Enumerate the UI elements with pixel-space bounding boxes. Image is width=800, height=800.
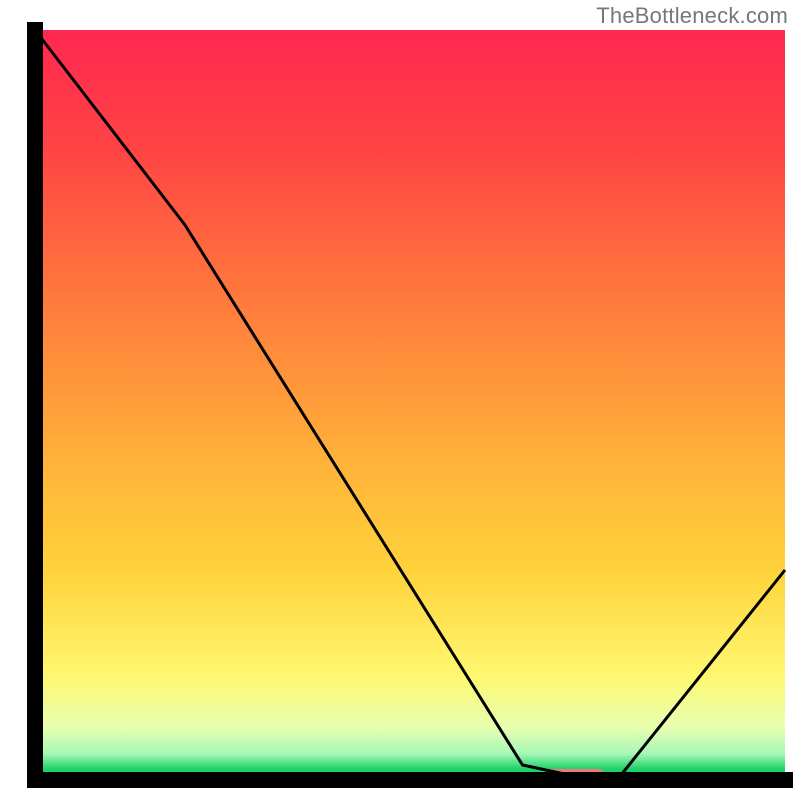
chart-background xyxy=(35,30,785,780)
attribution-text: TheBottleneck.com xyxy=(596,3,788,29)
chart-container: TheBottleneck.com xyxy=(0,0,800,800)
bottleneck-chart xyxy=(0,0,800,800)
